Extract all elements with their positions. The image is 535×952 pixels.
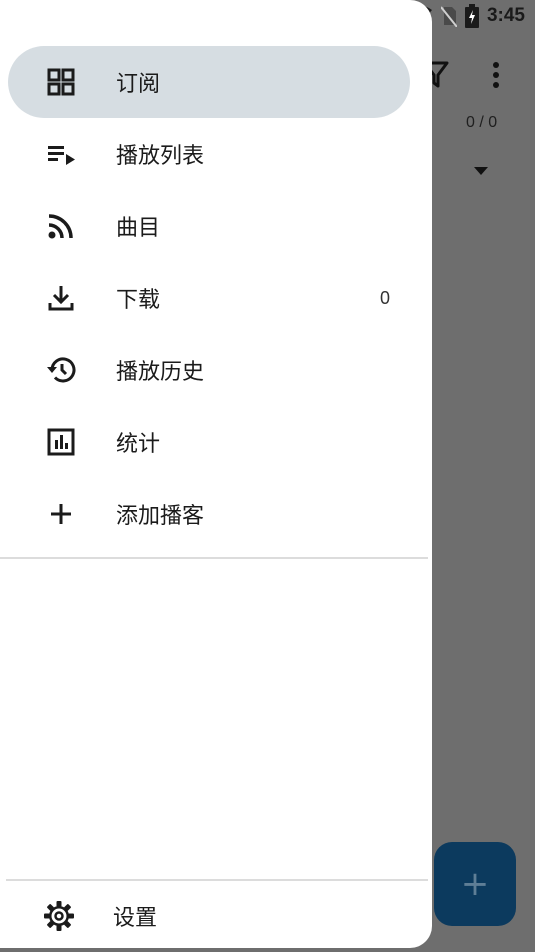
playlist-icon (44, 137, 78, 171)
divider (6, 879, 428, 881)
nav-item-label: 添加播客 (116, 504, 205, 529)
nav-item-subscriptions[interactable]: 订阅 (8, 46, 410, 118)
nav-item-label: 曲目 (116, 216, 161, 241)
nav-item-label: 播放历史 (116, 360, 205, 385)
grid-icon (44, 65, 78, 99)
downloads-count-badge: 0 (379, 287, 390, 308)
nav-item-downloads[interactable]: 下载 0 (8, 262, 410, 334)
nav-item-history[interactable]: 播放历史 (8, 334, 410, 406)
nav-list: 订阅 播放列表 曲目 下载 0 播放历史 统计 添加播客 (0, 46, 432, 550)
arrow-drop-down-icon[interactable] (473, 166, 489, 176)
nav-item-label: 统计 (116, 432, 161, 457)
status-time: 3:45 (486, 5, 525, 26)
no-sim-icon (440, 6, 457, 27)
download-icon (44, 281, 78, 315)
navigation-drawer: 订阅 播放列表 曲目 下载 0 播放历史 统计 添加播客 设置 (0, 0, 432, 948)
history-icon (44, 353, 78, 387)
divider (0, 557, 428, 559)
battery-charging-icon (464, 4, 479, 28)
nav-item-episodes[interactable]: 曲目 (8, 190, 410, 262)
nav-item-statistics[interactable]: 统计 (8, 406, 410, 478)
nav-item-playlist[interactable]: 播放列表 (8, 118, 410, 190)
more-vert-icon[interactable] (490, 60, 502, 90)
rss-feed-icon (44, 209, 78, 243)
add-icon: + (460, 864, 490, 904)
nav-item-label: 下载 (116, 288, 161, 313)
nav-item-label: 设置 (113, 906, 158, 931)
nav-item-settings[interactable]: 设置 (0, 884, 432, 948)
nav-item-label: 播放列表 (116, 144, 205, 169)
add-fab-button[interactable]: + (434, 842, 516, 926)
settings-gear-icon (42, 899, 76, 933)
statistics-icon (44, 425, 78, 459)
add-icon (44, 497, 78, 531)
nav-item-add-podcast[interactable]: 添加播客 (8, 478, 410, 550)
nav-item-label: 订阅 (116, 72, 161, 97)
episode-counter: 0 / 0 (466, 114, 498, 131)
